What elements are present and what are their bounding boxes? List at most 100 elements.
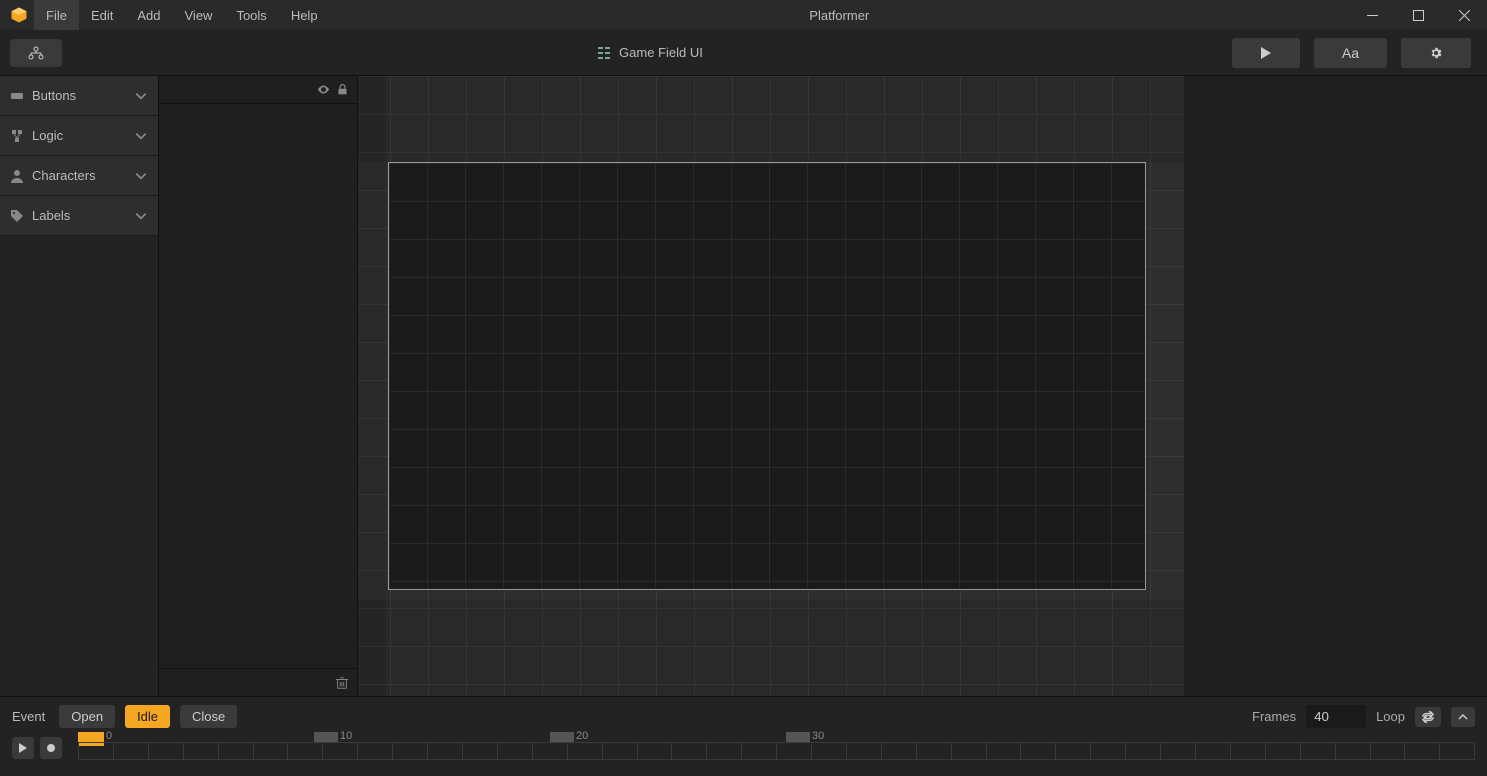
timeline-cell[interactable] — [148, 742, 183, 760]
frames-input[interactable] — [1306, 705, 1366, 728]
timeline-cell[interactable] — [986, 742, 1021, 760]
timeline-cell[interactable] — [846, 742, 881, 760]
outline-body — [159, 104, 357, 668]
inspector-panel — [1184, 76, 1487, 696]
sidebar-item-characters[interactable]: Characters — [0, 156, 158, 196]
maximize-button[interactable] — [1395, 0, 1441, 30]
timeline-cell[interactable] — [1370, 742, 1405, 760]
menu-add[interactable]: Add — [125, 0, 172, 30]
timeline-cell[interactable] — [532, 742, 567, 760]
timeline-cell[interactable] — [322, 742, 357, 760]
canvas[interactable] — [358, 76, 1184, 696]
timeline-cell[interactable] — [1160, 742, 1195, 760]
timeline-cell[interactable] — [1300, 742, 1335, 760]
timeline-cell[interactable] — [1090, 742, 1125, 760]
sidebar-item-buttons[interactable]: Buttons — [0, 76, 158, 116]
sidebar-item-label: Labels — [32, 208, 70, 223]
event-label: Event — [12, 709, 45, 724]
timeline-cell[interactable] — [1404, 742, 1439, 760]
loop-label: Loop — [1376, 709, 1405, 724]
collapse-timeline-button[interactable] — [1451, 707, 1475, 727]
sidebar-item-label: Logic — [32, 128, 63, 143]
timeline-cell[interactable] — [1020, 742, 1055, 760]
timeline-track-row: 0 10 20 30 — [12, 736, 1475, 760]
title-bar: File Edit Add View Tools Help Platformer — [0, 0, 1487, 30]
chevron-down-icon — [134, 209, 148, 223]
timeline-cell[interactable] — [253, 742, 288, 760]
timeline-marker-20[interactable] — [550, 732, 574, 742]
timeline-cell[interactable] — [776, 742, 811, 760]
sidebar-item-logic[interactable]: Logic — [0, 116, 158, 156]
timeline-cell[interactable] — [357, 742, 392, 760]
timeline-cell[interactable] — [916, 742, 951, 760]
timeline-cell[interactable] — [183, 742, 218, 760]
timeline-cell[interactable] — [1265, 742, 1300, 760]
timeline-cell[interactable] — [671, 742, 706, 760]
toolbar: Game Field UI Aa — [0, 30, 1487, 76]
sidebar-item-label: Buttons — [32, 88, 76, 103]
sidebar-item-label: Characters — [32, 168, 96, 183]
chevron-up-icon — [1457, 711, 1469, 723]
timeline-cell[interactable] — [427, 742, 462, 760]
app-icon — [10, 6, 28, 24]
settings-button[interactable] — [1401, 38, 1471, 68]
timeline-cell[interactable] — [951, 742, 986, 760]
tick-20: 20 — [576, 730, 588, 742]
timeline-cell[interactable] — [602, 742, 637, 760]
tick-10: 10 — [340, 730, 352, 742]
timeline-cell[interactable] — [1195, 742, 1230, 760]
menu-view[interactable]: View — [173, 0, 225, 30]
outline-panel — [158, 76, 358, 696]
trash-icon[interactable] — [335, 676, 349, 690]
timeline-cell[interactable] — [218, 742, 253, 760]
timeline-cell[interactable] — [706, 742, 741, 760]
chevron-down-icon — [134, 169, 148, 183]
timeline-cell[interactable] — [497, 742, 532, 760]
typography-button[interactable]: Aa — [1314, 38, 1387, 68]
timeline-cell[interactable] — [78, 742, 113, 760]
timeline-marker-30[interactable] — [786, 732, 810, 742]
timeline-cells — [78, 742, 1475, 760]
tick-0: 0 — [106, 730, 112, 742]
menu-file[interactable]: File — [34, 0, 79, 30]
menu-edit[interactable]: Edit — [79, 0, 125, 30]
timeline-cell[interactable] — [741, 742, 776, 760]
loop-toggle[interactable] — [1415, 707, 1441, 727]
timeline-marker-10[interactable] — [314, 732, 338, 742]
timeline-cell[interactable] — [567, 742, 602, 760]
event-close-button[interactable]: Close — [180, 705, 237, 728]
visibility-icon[interactable] — [317, 83, 330, 96]
timeline-cell[interactable] — [113, 742, 148, 760]
lock-icon[interactable] — [336, 83, 349, 96]
timeline-cell[interactable] — [1335, 742, 1370, 760]
timeline-cell[interactable] — [637, 742, 672, 760]
timeline-panel: Event Open Idle Close Frames Loop 0 10 2… — [0, 696, 1487, 776]
minimize-button[interactable] — [1349, 0, 1395, 30]
menu-help[interactable]: Help — [279, 0, 330, 30]
ui-icon — [597, 46, 611, 60]
timeline-cell[interactable] — [462, 742, 497, 760]
timeline-track[interactable]: 0 10 20 30 — [78, 736, 1475, 760]
component-sidebar: Buttons Logic Characters Labels — [0, 76, 158, 696]
tag-icon — [10, 209, 24, 223]
timeline-cell[interactable] — [392, 742, 427, 760]
canvas-frame[interactable] — [388, 162, 1146, 590]
timeline-cell[interactable] — [1125, 742, 1160, 760]
timeline-record-button[interactable] — [40, 737, 62, 759]
timeline-cell[interactable] — [1230, 742, 1265, 760]
close-button[interactable] — [1441, 0, 1487, 30]
timeline-cell[interactable] — [881, 742, 916, 760]
timeline-cell[interactable] — [287, 742, 322, 760]
chevron-down-icon — [134, 129, 148, 143]
hierarchy-button[interactable] — [10, 39, 62, 67]
timeline-cell[interactable] — [1055, 742, 1090, 760]
timeline-cell[interactable] — [1439, 742, 1475, 760]
timeline-cell[interactable] — [811, 742, 846, 760]
event-open-button[interactable]: Open — [59, 705, 115, 728]
outline-footer — [159, 668, 357, 696]
menu-tools[interactable]: Tools — [224, 0, 278, 30]
timeline-play-button[interactable] — [12, 737, 34, 759]
play-button[interactable] — [1232, 38, 1300, 68]
event-idle-button[interactable]: Idle — [125, 705, 170, 728]
sidebar-item-labels[interactable]: Labels — [0, 196, 158, 236]
